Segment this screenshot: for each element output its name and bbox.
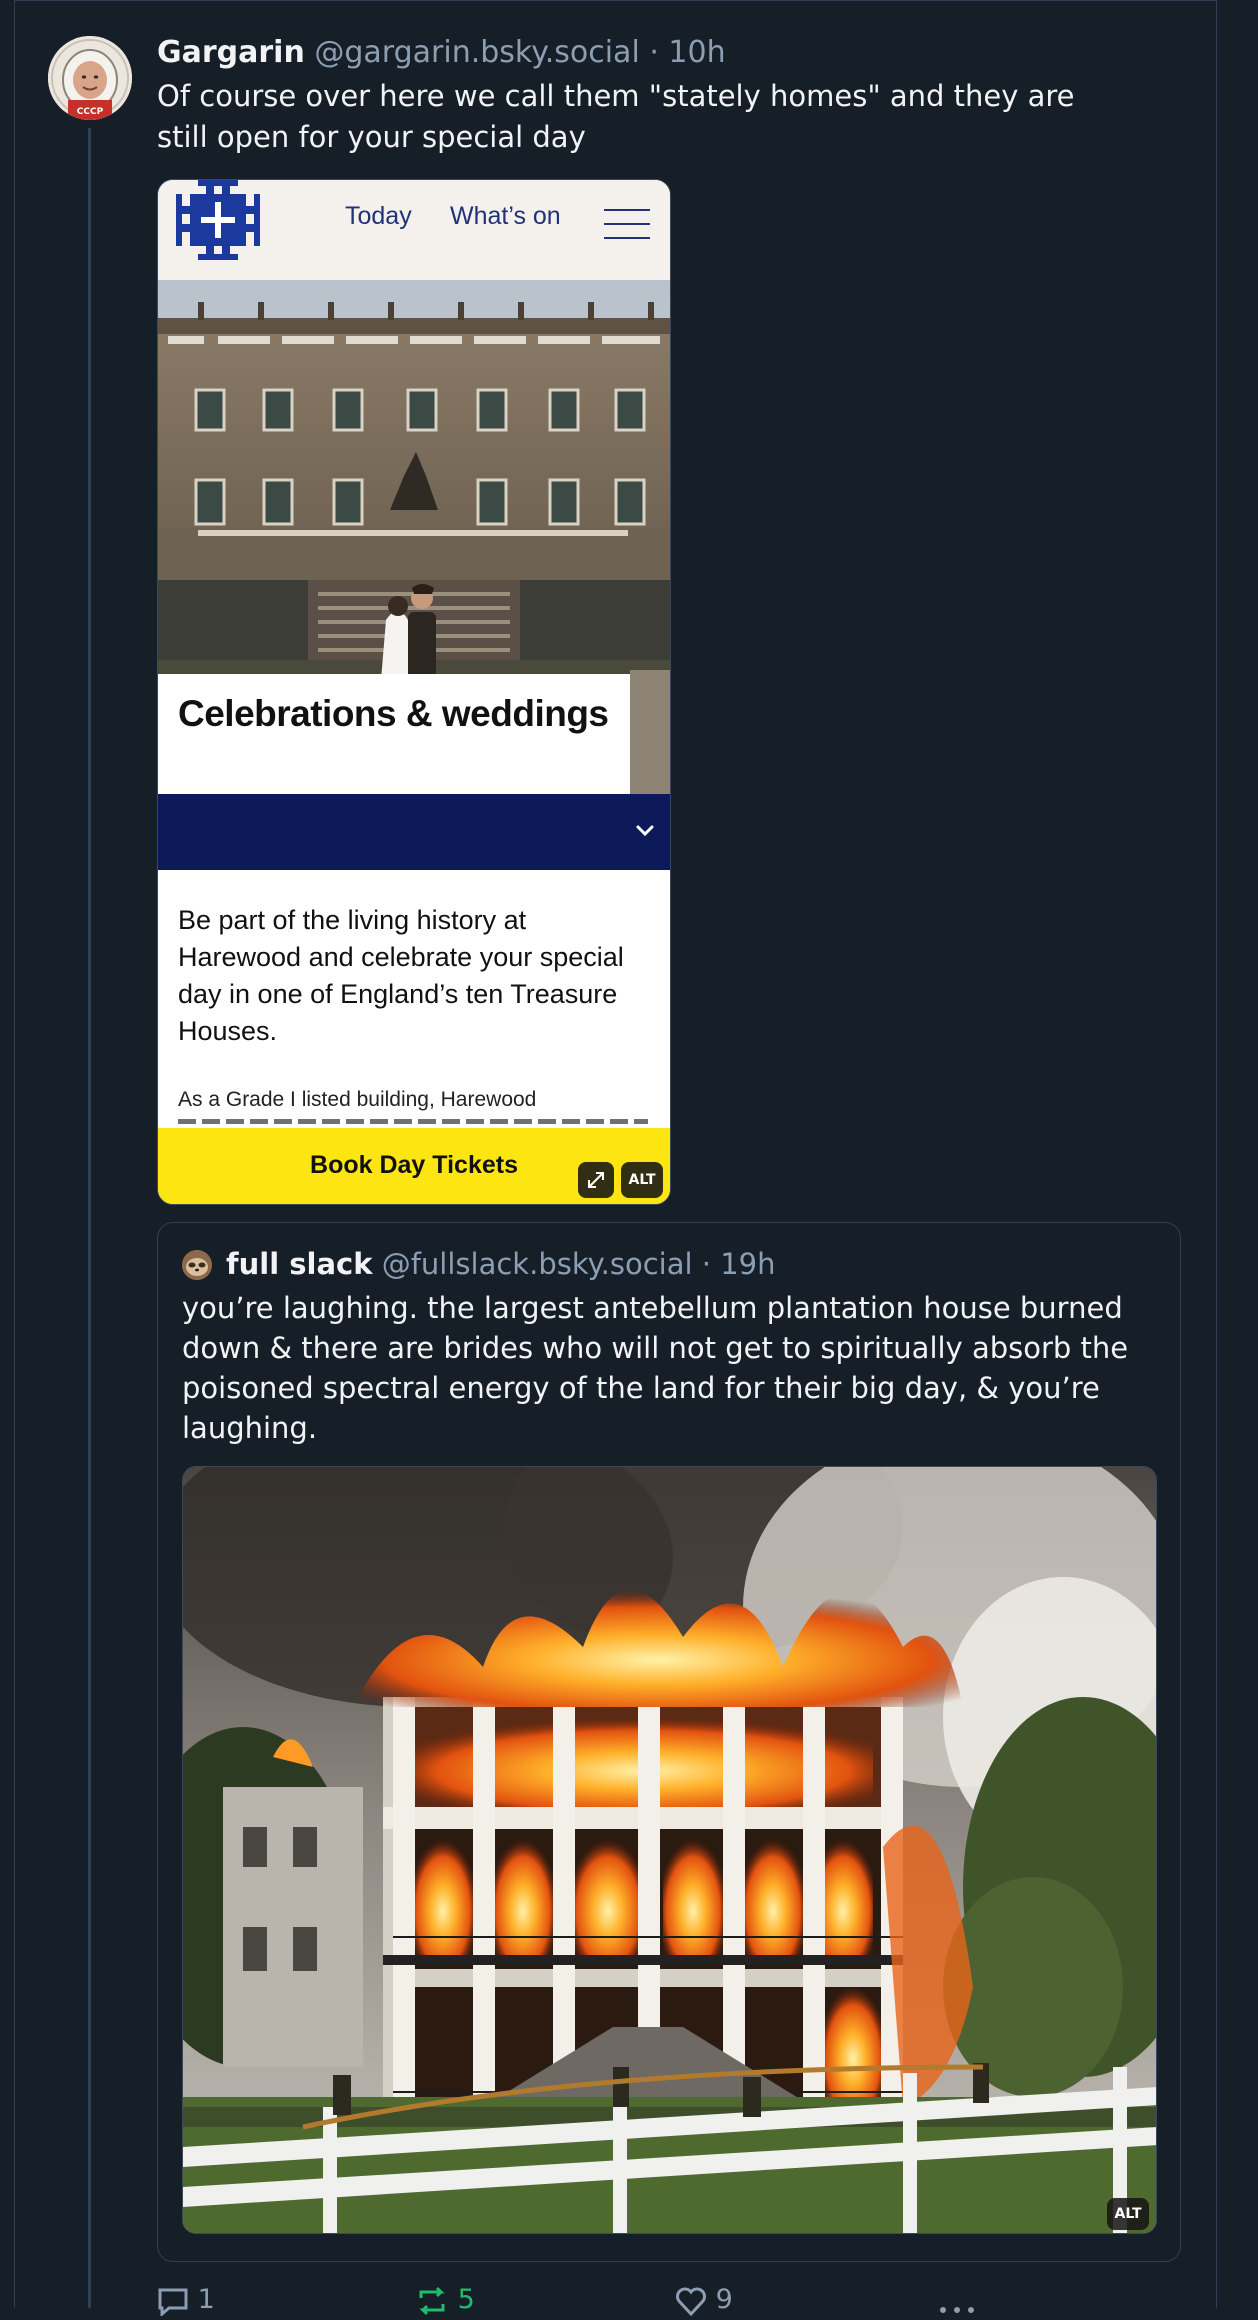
author-handle[interactable]: @gargarin.bsky.social	[314, 35, 639, 70]
quote-author-name[interactable]: full slack	[226, 1247, 373, 1281]
column-right-border	[1216, 0, 1217, 2308]
post-action-bar: 1 5 9	[157, 2280, 1057, 2317]
expand-icon	[588, 1172, 604, 1188]
repost-icon	[419, 2286, 445, 2315]
harewood-logo-icon	[176, 180, 260, 260]
menu-icon	[604, 207, 652, 241]
hero-dropdown-bar	[158, 794, 670, 870]
quote-alt-text-button[interactable]: ALT	[1107, 2198, 1149, 2230]
like-button[interactable]: 9	[675, 2280, 733, 2320]
image-nav-today: Today	[345, 202, 412, 230]
quote-time[interactable]: 19h	[720, 1247, 775, 1281]
quote-header: full slack @fullslack.bsky.social · 19h	[226, 1242, 775, 1286]
reply-button[interactable]: 1	[157, 2280, 215, 2320]
quote-separator-dot: ·	[701, 1247, 711, 1281]
thread-line	[88, 128, 91, 2308]
alt-text-button[interactable]: ALT	[621, 1162, 663, 1198]
hero-title: Celebrations & weddings	[178, 693, 609, 734]
reply-icon	[158, 2288, 188, 2317]
image-cutoff-line	[178, 1116, 648, 1124]
burning-house-photo[interactable]	[182, 1466, 1157, 2234]
column-left-border	[14, 0, 15, 2308]
column-top-border	[14, 0, 1217, 1]
svg-text:CCCP: CCCP	[77, 107, 104, 117]
quote-author-handle[interactable]: @fullslack.bsky.social	[382, 1247, 693, 1281]
sloth-avatar-image	[182, 1250, 212, 1280]
like-icon	[676, 2287, 706, 2316]
repost-button[interactable]: 5	[415, 2280, 475, 2320]
image-body-text: Be part of the living history at Harewoo…	[178, 905, 624, 1046]
author-avatar[interactable]: CCCP	[48, 36, 132, 120]
post-header: Gargarin @gargarin.bsky.social · 10h	[157, 30, 726, 76]
repost-count: 5	[457, 2284, 475, 2315]
reply-count: 1	[197, 2284, 215, 2315]
quote-author-avatar[interactable]	[182, 1250, 212, 1280]
astronaut-avatar-image: CCCP	[48, 36, 132, 120]
image-nav-whats-on: What’s on	[450, 202, 561, 230]
post-text: Of course over here we call them "statel…	[157, 79, 1075, 154]
author-name[interactable]: Gargarin	[157, 35, 305, 70]
more-icon	[940, 2306, 974, 2313]
expand-image-button[interactable]	[578, 1162, 614, 1198]
like-count: 9	[715, 2284, 733, 2315]
chevron-down-icon	[636, 825, 654, 837]
more-options-button[interactable]	[937, 2280, 977, 2320]
image-small-text: As a Grade I listed building, Harewood	[178, 1088, 537, 1111]
post-time[interactable]: 10h	[668, 35, 725, 70]
post-image[interactable]: Today What’s on Celebrations & weddings …	[157, 179, 671, 1205]
quote-text: you’re laughing. the largest antebellum …	[182, 1291, 1129, 1445]
separator-dot: ·	[649, 35, 659, 70]
burning-house-image	[183, 1467, 1156, 2233]
